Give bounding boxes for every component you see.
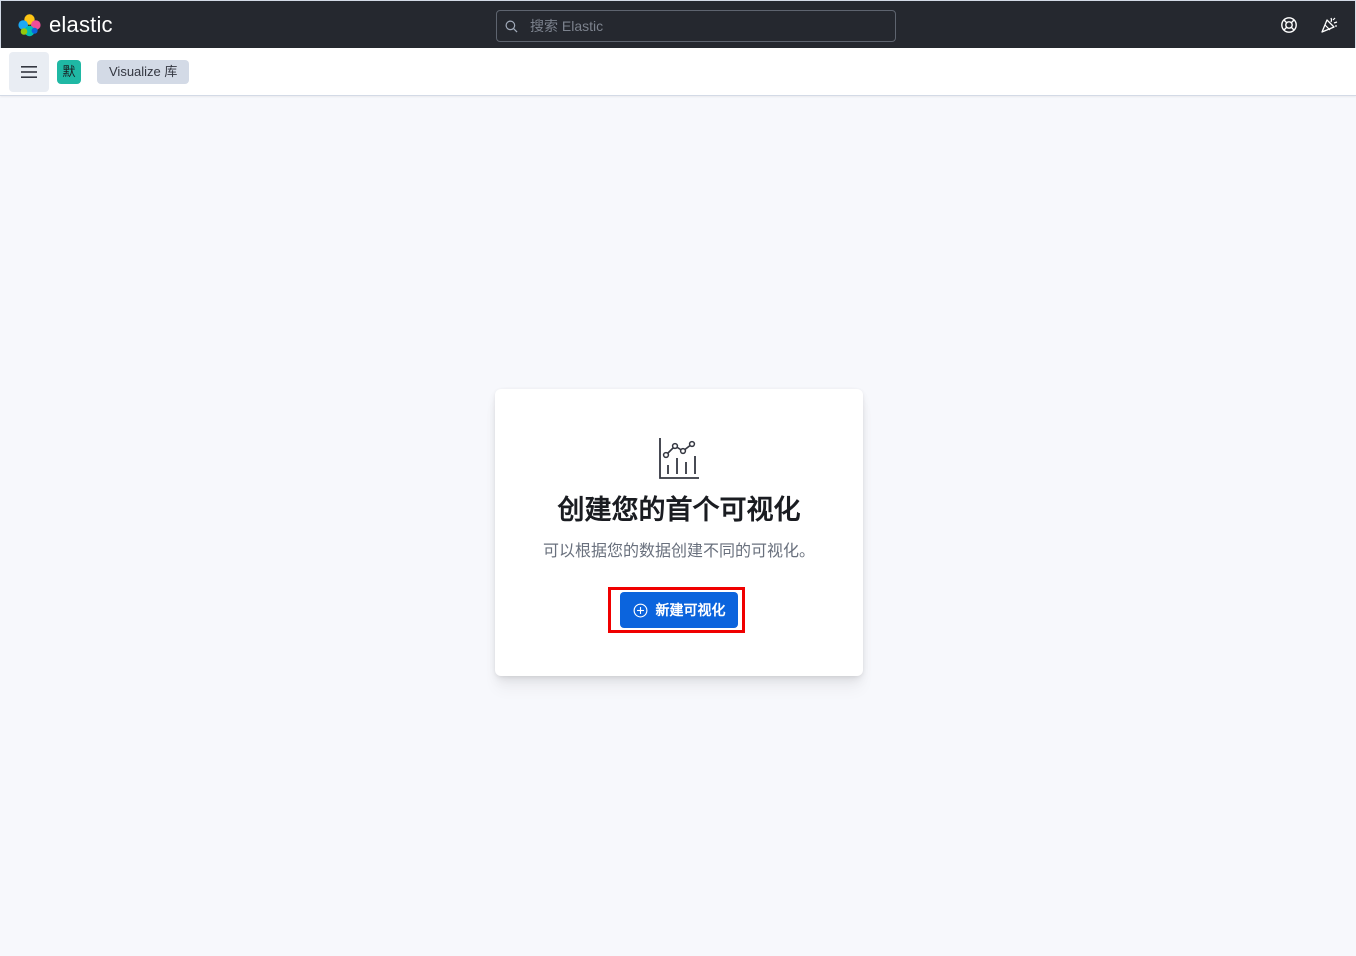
- visualize-chart-icon: [659, 438, 699, 479]
- create-visualization-label: 新建可视化: [655, 602, 726, 618]
- plus-in-circle-icon: [633, 603, 647, 617]
- elastic-logo[interactable]: elastic: [17, 12, 113, 38]
- nav-menu-button[interactable]: [9, 52, 49, 92]
- hamburger-menu-icon: [21, 66, 37, 78]
- app-header: 默 Visualize 库: [0, 48, 1356, 96]
- empty-state-description: 可以根据您的数据创建不同的可视化。: [542, 543, 815, 560]
- empty-state-title: 创建您的首个可视化: [557, 495, 801, 525]
- breadcrumb[interactable]: Visualize 库: [97, 60, 190, 84]
- help-icon[interactable]: [1280, 16, 1298, 34]
- global-header: elastic: [0, 0, 1356, 48]
- global-search[interactable]: [496, 10, 896, 42]
- space-avatar[interactable]: 默: [57, 60, 81, 84]
- empty-state-panel: 创建您的首个可视化 可以根据您的数据创建不同的可视化。 新建可视化: [495, 389, 863, 676]
- create-visualization-button[interactable]: 新建可视化: [620, 592, 738, 628]
- search-icon: [505, 20, 518, 32]
- newsfeed-icon[interactable]: [1320, 16, 1338, 34]
- elastic-logo-icon: [18, 13, 41, 36]
- brand-name: elastic: [49, 12, 113, 37]
- search-input[interactable]: [528, 17, 872, 35]
